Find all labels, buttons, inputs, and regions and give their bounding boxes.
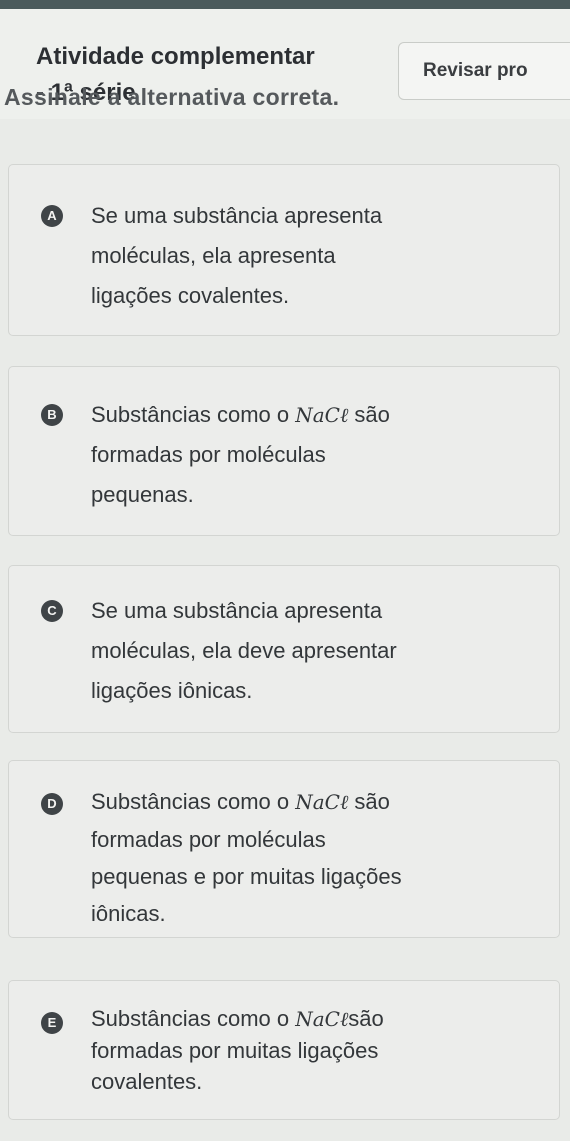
option-c-line-1: Se uma substância apresenta	[91, 598, 383, 623]
instruction-label: Assinale a alternativa correta.	[4, 84, 340, 110]
option-c-letter-badge: C	[41, 600, 63, 622]
option-c[interactable]: C Se uma substância apresenta moléculas,…	[8, 565, 560, 733]
option-b-formula: NaCℓ	[295, 403, 349, 427]
option-b-line-1-end: são	[348, 402, 390, 427]
option-c-line-3: ligações iônicas.	[91, 678, 253, 703]
option-a-text: Se uma substância apresenta moléculas, e…	[91, 196, 531, 316]
option-d-line-1-end: são	[348, 789, 390, 814]
option-b-line-2: formadas por moléculas	[91, 442, 326, 467]
option-a-letter-badge: A	[41, 205, 63, 227]
option-d-line-4: iônicas.	[91, 901, 166, 926]
option-c-line-2: moléculas, ela deve apresentar	[91, 638, 397, 663]
option-d-text: Substâncias como o NaCℓ são formadas por…	[91, 783, 531, 932]
option-d-line-3: pequenas e por muitas ligações	[91, 864, 402, 889]
option-d-line-2: formadas por moléculas	[91, 827, 326, 852]
option-a[interactable]: A Se uma substância apresenta moléculas,…	[8, 164, 560, 336]
option-e-line-2: formadas por muitas ligações	[91, 1038, 379, 1063]
option-e-text: Substâncias como o NaCℓsão formadas por …	[91, 1003, 531, 1097]
option-e[interactable]: E Substâncias como o NaCℓsão formadas po…	[8, 980, 560, 1120]
option-b-text: Substâncias como o NaCℓ são formadas por…	[91, 395, 531, 515]
instruction-text: Assinale a alternativa correta.	[4, 81, 564, 117]
option-b[interactable]: B Substâncias como o NaCℓ são formadas p…	[8, 366, 560, 536]
option-a-line-3: ligações covalentes.	[91, 283, 290, 308]
option-d-formula: NaCℓ	[295, 790, 349, 814]
option-a-line-2: moléculas, ela apresenta	[91, 243, 336, 268]
option-e-formula: NaCℓ	[295, 1007, 349, 1031]
option-b-line-3: pequenas.	[91, 482, 194, 507]
option-e-line-1-end: são	[348, 1006, 384, 1031]
option-d[interactable]: D Substâncias como o NaCℓ são formadas p…	[8, 760, 560, 938]
option-d-line-1-start: Substâncias como o	[91, 789, 296, 814]
option-c-text: Se uma substância apresenta moléculas, e…	[91, 591, 531, 711]
option-e-letter-badge: E	[41, 1012, 63, 1034]
top-bar	[0, 0, 570, 9]
option-b-letter-badge: B	[41, 404, 63, 426]
page-title-line-1: Atividade complementar	[36, 43, 315, 70]
option-a-line-1: Se uma substância apresenta	[91, 203, 383, 228]
option-d-letter-badge: D	[41, 793, 63, 815]
option-e-line-3: covalentes.	[91, 1069, 203, 1094]
option-b-line-1-start: Substâncias como o	[91, 402, 296, 427]
option-e-line-1-start: Substâncias como o	[91, 1006, 296, 1031]
